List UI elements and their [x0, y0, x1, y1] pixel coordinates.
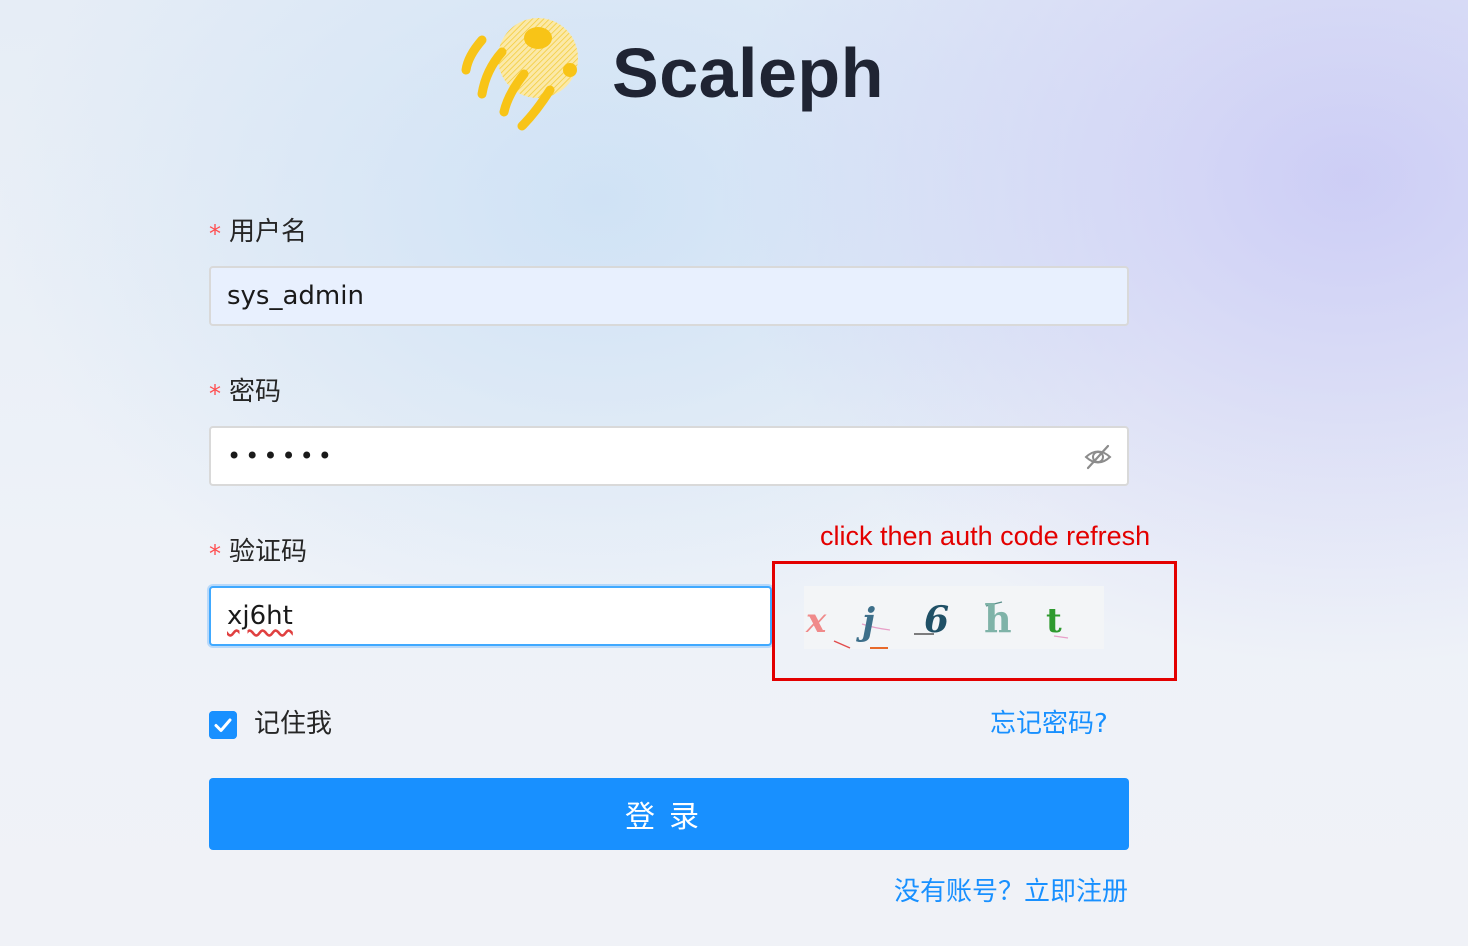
- eye-off-icon[interactable]: [1083, 442, 1113, 472]
- username-input[interactable]: sys_admin: [209, 266, 1129, 326]
- captcha-label-text: 验证码: [229, 537, 308, 567]
- captcha-value: xj6ht: [227, 601, 293, 631]
- username-label-text: 用户名: [229, 217, 308, 247]
- password-value: ••••••: [227, 442, 336, 470]
- captcha-char: t: [1046, 601, 1062, 641]
- forgot-password-link[interactable]: 忘记密码?: [990, 706, 1108, 742]
- remember-label[interactable]: 记住我: [254, 706, 332, 742]
- password-label-text: 密码: [229, 377, 282, 407]
- username-value: sys_admin: [227, 281, 364, 311]
- login-button[interactable]: 登录: [209, 778, 1129, 850]
- required-mark: *: [209, 380, 221, 408]
- captcha-input[interactable]: xj6ht: [209, 586, 772, 646]
- required-mark: *: [209, 540, 221, 568]
- password-label: * 密码: [209, 375, 281, 409]
- annotation-text: click then auth code refresh: [820, 521, 1151, 551]
- captcha-char: 6: [924, 599, 949, 641]
- captcha-char: h: [984, 596, 1012, 641]
- captcha-image[interactable]: x j 6 h t: [804, 586, 1104, 649]
- jellyfish-logo-icon: [461, 18, 578, 131]
- remember-checkbox[interactable]: [209, 711, 237, 739]
- captcha-char: x: [805, 601, 827, 641]
- password-input[interactable]: ••••••: [209, 426, 1129, 486]
- register-link[interactable]: 没有账号？立即注册: [894, 874, 1128, 910]
- app-title: Scaleph: [612, 34, 884, 112]
- captcha-label: * 验证码: [209, 535, 307, 569]
- username-label: * 用户名: [209, 215, 307, 249]
- required-mark: *: [209, 220, 221, 248]
